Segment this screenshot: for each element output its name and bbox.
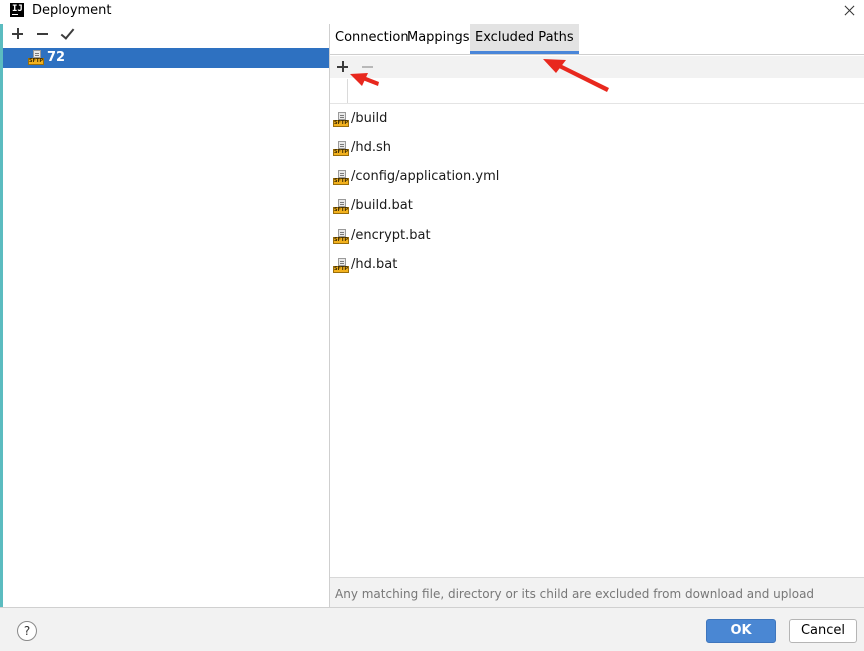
path-input[interactable] [350,81,854,102]
sftp-icon: SFTP [28,50,44,66]
path-text: /build.bat [351,198,413,213]
row-gutter [330,79,348,103]
cancel-button[interactable]: Cancel [789,619,857,643]
server-list-item[interactable]: SFTP 72 [3,48,329,68]
close-icon[interactable] [836,0,862,22]
help-button[interactable]: ? [17,621,37,641]
list-item[interactable]: SFTP /build.bat [330,195,864,219]
sftp-icon: SFTP [333,141,349,157]
sftp-icon: SFTP [333,258,349,274]
sftp-badge: SFTP [333,120,349,127]
sftp-badge: SFTP [333,266,349,273]
check-icon[interactable] [59,25,77,43]
server-list-panel: SFTP 72 [0,24,329,607]
tab-excluded-paths[interactable]: Excluded Paths [470,24,579,54]
minus-icon[interactable] [34,25,52,43]
ok-button[interactable]: OK [706,619,776,643]
sftp-icon: SFTP [333,199,349,215]
server-name: 72 [47,50,66,65]
list-item[interactable]: SFTP /hd.bat [330,254,864,278]
sftp-icon: SFTP [333,112,349,128]
excluded-paths-hint: Any matching file, directory or its chil… [330,577,864,608]
sftp-icon: SFTP [333,229,349,245]
path-text: /encrypt.bat [351,228,431,243]
sftp-badge: SFTP [333,207,349,214]
tab-divider [330,54,864,55]
path-input-row [330,79,864,104]
list-item[interactable]: SFTP /encrypt.bat [330,225,864,249]
sftp-badge: SFTP [333,149,349,156]
path-text: /hd.sh [351,140,392,155]
list-item[interactable]: SFTP /config/application.yml [330,166,864,190]
sftp-badge: SFTP [333,237,349,244]
plus-icon[interactable] [334,58,352,76]
dialog-button-bar: ? OK Cancel [0,607,864,651]
path-text: /build [351,111,388,126]
sftp-badge: SFTP [28,58,44,65]
server-toolbar [3,24,329,44]
tab-bar: Connection Mappings Excluded Paths [330,24,864,54]
plus-icon[interactable] [9,25,27,43]
tab-mappings[interactable]: Mappings [402,24,475,54]
excluded-paths-toolbar [330,56,864,78]
app-logo-icon: IJ [10,3,24,17]
app-logo-text: IJ [12,4,23,14]
list-item[interactable]: SFTP /hd.sh [330,137,864,161]
sftp-icon: SFTP [333,170,349,186]
window-title: Deployment [32,3,112,18]
path-text: /config/application.yml [351,169,500,184]
title-bar: IJ Deployment [0,0,864,22]
hint-text: Any matching file, directory or its chil… [335,587,815,601]
excluded-paths-list: SFTP /build SFTP /hd.sh SFTP /config/app… [330,108,864,578]
sftp-badge: SFTP [333,178,349,185]
minus-icon[interactable] [359,58,377,76]
path-text: /hd.bat [351,257,398,272]
list-item[interactable]: SFTP /build [330,108,864,132]
